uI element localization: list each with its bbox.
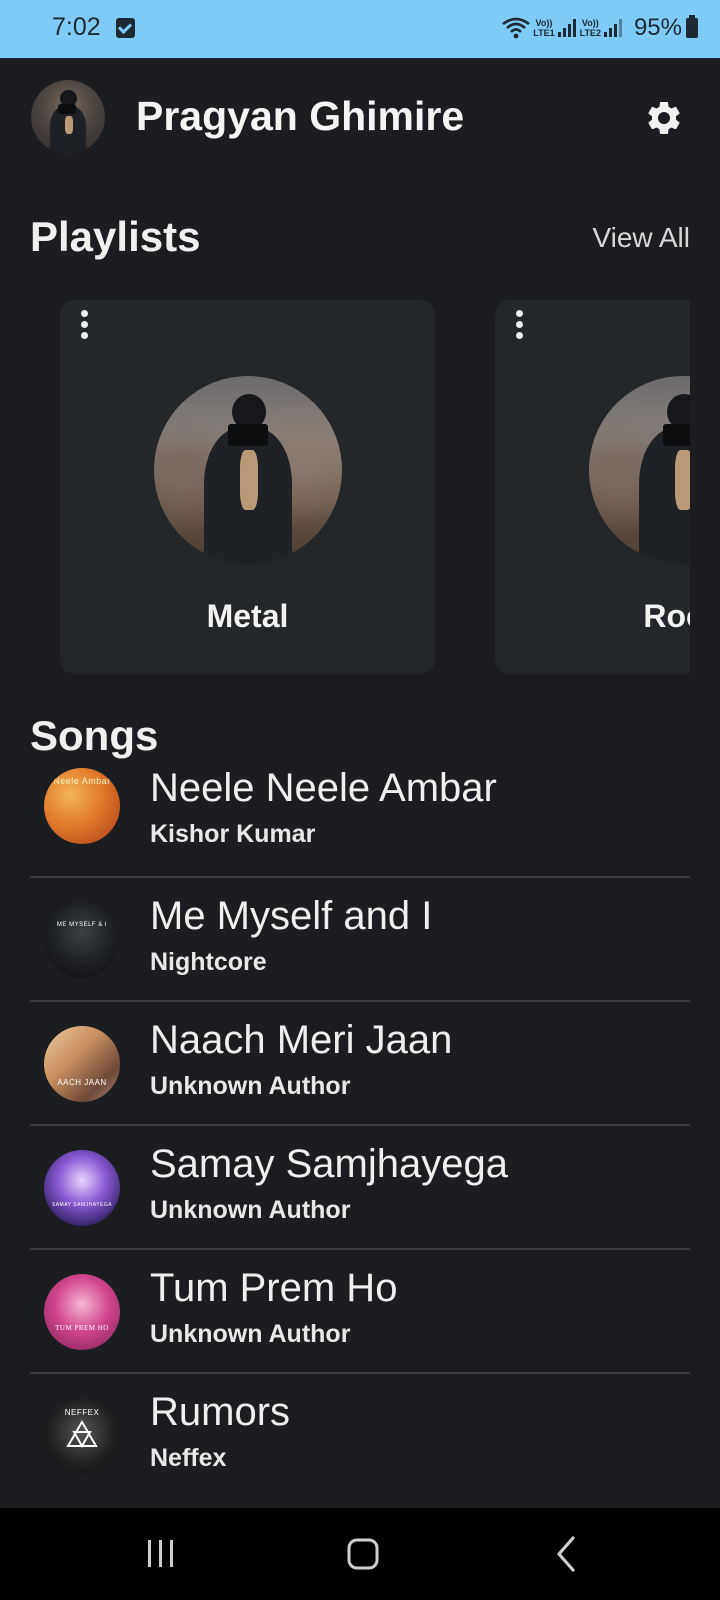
song-artist: Unknown Author [150,1320,351,1348]
playlists-title: Playlists [30,213,201,260]
notification-check-icon [116,18,135,38]
song-artist: Unknown Author [150,1072,351,1100]
song-artist: Nightcore [150,948,267,976]
playlist-name: Rock [643,598,690,634]
user-name: Pragyan Ghimire [136,93,465,139]
wifi-icon [502,17,531,39]
song-thumbnail: TUM PREM HO [44,1274,120,1350]
playlist-cover [154,376,342,564]
song-row[interactable]: NEFFEX Rumors Neffex [30,1374,690,1480]
more-vert-icon[interactable] [78,310,90,340]
song-artist: Kishor Kumar [150,820,316,848]
song-title: Neele Neele Ambar [150,766,497,810]
playlist-card-rock[interactable]: Rock [495,300,690,674]
neffex-logo-icon [66,1420,98,1449]
song-title: Rumors [150,1390,291,1434]
song-thumbnail: Neele Ambar [44,768,120,844]
song-thumbnail: AACH JAAN [44,1026,120,1102]
song-thumbnail: ME MYSELF & I [44,902,120,978]
volte-lte2-label: Vo)) LTE2 [579,18,601,38]
playlist-carousel[interactable]: Metal Rock [30,300,690,674]
song-row[interactable]: ME MYSELF & I Me Myself and I Nightcore [30,878,690,1002]
signal-1-icon [557,19,578,37]
song-title: Tum Prem Ho [150,1266,398,1310]
song-title: Samay Samjhayega [150,1142,508,1186]
song-title: Me Myself and I [150,894,433,938]
song-thumbnail: SAMAY SAMJHAYEGA [44,1150,120,1226]
recents-icon[interactable] [100,1508,220,1600]
more-vert-icon[interactable] [513,310,525,340]
playlist-card-metal[interactable]: Metal [60,300,435,674]
song-row[interactable]: SAMAY SAMJHAYEGA Samay Samjhayega Unknow… [30,1126,690,1250]
song-row[interactable]: TUM PREM HO Tum Prem Ho Unknown Author [30,1250,690,1374]
song-artist: Unknown Author [150,1196,351,1224]
status-time: 7:02 [52,13,101,41]
home-icon[interactable] [303,1508,423,1600]
songs-title: Songs [30,712,159,759]
view-all-link[interactable]: View All [592,222,690,254]
status-bar: 7:02 Vo)) LTE1 Vo)) LTE2 95% [0,0,720,58]
songs-list[interactable]: Neele Ambar Neele Neele Ambar Kishor Kum… [30,760,690,1480]
status-icons: Vo)) LTE1 Vo)) LTE2 95% [497,14,698,42]
navigation-bar [0,1508,720,1600]
playlist-cover [589,376,690,564]
avatar[interactable] [31,80,105,154]
volte-lte1-label: Vo)) LTE1 [533,18,555,38]
back-icon[interactable] [505,1508,625,1600]
gear-icon[interactable] [644,98,684,138]
song-thumbnail: NEFFEX [44,1398,120,1474]
song-row[interactable]: Neele Ambar Neele Neele Ambar Kishor Kum… [30,760,690,878]
song-title: Naach Meri Jaan [150,1018,453,1062]
playlist-name: Metal [206,598,289,634]
song-row[interactable]: AACH JAAN Naach Meri Jaan Unknown Author [30,1002,690,1126]
signal-2-icon [603,19,624,37]
song-artist: Neffex [150,1444,227,1472]
battery-icon [686,15,698,38]
battery-percent: 95% [633,14,682,41]
